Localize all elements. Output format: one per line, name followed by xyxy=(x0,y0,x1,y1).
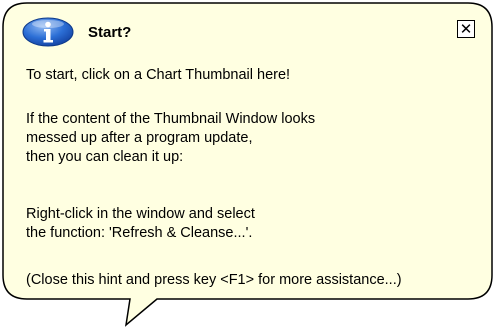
hint-paragraph-assistance: (Close this hint and press key <F1> for … xyxy=(26,272,402,288)
balloon-title: Start? xyxy=(88,23,132,41)
hint-balloon-window: Start? ✕ To start, click on a Chart Thum… xyxy=(0,0,495,330)
balloon-header: Start? xyxy=(22,17,131,47)
hint-paragraph-refresh: Right-click in the window and select the… xyxy=(26,206,255,241)
close-button[interactable]: ✕ xyxy=(457,20,475,38)
hint-paragraph-cleanup: If the content of the Thumbnail Window l… xyxy=(26,111,316,165)
info-icon xyxy=(22,17,74,47)
close-icon: ✕ xyxy=(459,20,473,38)
hint-paragraph-start: To start, click on a Chart Thumbnail her… xyxy=(26,67,291,83)
